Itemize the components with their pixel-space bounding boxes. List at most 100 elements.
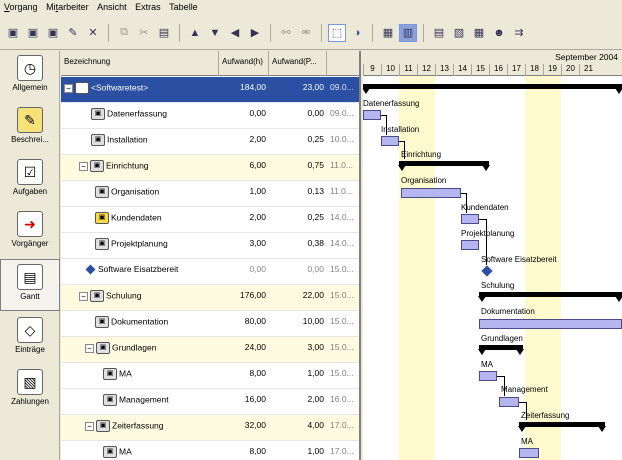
nav-beschreibung[interactable]: ✎ Beschrei... <box>0 103 60 155</box>
copy-icon[interactable]: ⧉ <box>115 24 133 42</box>
row-name: − ▣ Zeiterfassung <box>61 415 219 441</box>
task-group-icon: ▣ <box>96 342 110 354</box>
new-milestone-icon[interactable]: ▣ <box>44 24 62 42</box>
column-header-name[interactable]: Bezeichnung <box>61 51 219 76</box>
task-icon: ▣ <box>95 186 109 198</box>
summary-bar-einrichtung[interactable] <box>398 161 490 171</box>
nav-vorgaenger[interactable]: ➜ Vorgänger <box>0 207 60 259</box>
summary-bar-grundlagen[interactable] <box>478 345 524 355</box>
new-subtask-icon[interactable]: ▣ <box>24 24 42 42</box>
menu-ansicht[interactable]: Ansicht <box>97 2 127 12</box>
menu-vorgang[interactable]: Vorgang <box>4 2 38 12</box>
calendar-icon[interactable]: ▦ <box>470 24 488 42</box>
nav-aufgaben[interactable]: ☑ Aufgaben <box>0 155 60 207</box>
menu-tabelle[interactable]: Tabelle <box>169 2 198 12</box>
table-icon[interactable]: ▦ <box>379 24 397 42</box>
start-date: 16.0... <box>330 394 354 404</box>
task-icon: ▣ <box>91 134 105 146</box>
users-icon[interactable]: ☻ <box>490 24 508 42</box>
day-header: 9 <box>363 64 381 76</box>
export-icon[interactable]: ▧ <box>450 24 468 42</box>
move-down-icon[interactable]: ▼ <box>206 24 224 42</box>
cut-icon[interactable]: ✂ <box>135 24 153 42</box>
row-name: − ▦ <Softwaretest> <box>61 77 219 103</box>
gantt-label-zeiterfassung: Zeiterfassung <box>521 411 570 420</box>
paste-icon[interactable]: ▤ <box>155 24 173 42</box>
task-bar-management[interactable] <box>499 397 519 407</box>
task-group-icon: ▣ <box>96 420 110 432</box>
task-bar-projektplanung[interactable] <box>461 240 479 250</box>
collapse-icon[interactable]: − <box>64 83 73 93</box>
table-row[interactable]: ▣ Installation 2,00 0,25 10.0... <box>61 129 359 155</box>
summary-bar-schulung[interactable] <box>478 292 622 302</box>
table-row[interactable]: ▣ Dokumentation 80,00 10,00 15.0... <box>61 311 359 337</box>
report-icon[interactable]: ▤ <box>430 24 448 42</box>
summary-bar-softwaretest[interactable] <box>363 84 622 94</box>
stack-icon: ◇ <box>17 317 43 343</box>
task-bar-kundendaten[interactable] <box>461 214 479 224</box>
nav-eintraege[interactable]: ◇ Einträge <box>0 313 60 365</box>
gantt-label-einrichtung: Einrichtung <box>401 150 442 159</box>
delete-icon[interactable]: ✕ <box>84 24 102 42</box>
table-row[interactable]: − ▣ Zeiterfassung 32,00 4,00 17.0... <box>61 415 359 441</box>
task-name: Kundendaten <box>111 212 162 223</box>
table-row[interactable]: − ▣ Schulung 176,00 22,00 15.0... <box>61 285 359 311</box>
task-bar-installation[interactable] <box>381 136 399 146</box>
table-row[interactable]: ▣ Projektplanung 3,00 0,38 14.0... <box>61 233 359 259</box>
unlink-icon[interactable]: ⚮ <box>297 24 315 42</box>
column-header-effort[interactable]: Aufwand(h) <box>219 51 269 76</box>
table-row[interactable]: ▣ MA 8,00 1,00 17.0... <box>61 441 359 460</box>
toolbar: ▣ ▣ ▣ ✎ ✕ ⧉ ✂ ▤ ▲ ▼ ◀ ▶ ⚯ ⚮ ⬚ ◑ ▦ ▥ ▤ ▧ … <box>0 16 622 50</box>
row-name: ▣ MA <box>61 363 219 389</box>
gantt-view-icon[interactable]: ▥ <box>399 23 417 42</box>
effort-p-value: 0,00 <box>307 264 324 274</box>
chart-icon[interactable]: ◑ <box>348 24 366 42</box>
menu-mitarbeiter[interactable]: Mitarbeiter <box>46 2 89 12</box>
indent-icon[interactable]: ▶ <box>246 24 264 42</box>
clock-icon: ◷ <box>17 55 43 81</box>
table-row[interactable]: Software Eisatzbereit 0,00 0,00 15.0... <box>61 259 359 285</box>
effort-p-value: 1,00 <box>307 368 324 378</box>
summary-bar-zeiterfassung[interactable] <box>518 422 606 432</box>
outdent-icon[interactable]: ◀ <box>226 24 244 42</box>
effort-value: 1,00 <box>249 186 266 196</box>
table-row[interactable]: ▣ Organisation 1,00 0,13 11.0... <box>61 181 359 207</box>
collapse-icon[interactable]: − <box>85 343 94 353</box>
task-bar-ma-2[interactable] <box>519 448 539 458</box>
collapse-icon[interactable]: − <box>79 291 88 301</box>
table-row[interactable]: ▣ Management 16,00 2,00 16.0... <box>61 389 359 415</box>
new-task-icon[interactable]: ▣ <box>4 24 22 42</box>
milestone-marker[interactable] <box>481 265 493 277</box>
task-bar-organisation[interactable] <box>401 188 461 198</box>
table-row[interactable]: ▣ MA 8,00 1,00 15.0... <box>61 363 359 389</box>
effort-value: 16,00 <box>244 394 266 404</box>
move-up-icon[interactable]: ▲ <box>186 24 204 42</box>
gantt-month: September 2004 <box>555 52 618 62</box>
nav-allgemein-label: Allgemein <box>12 83 48 92</box>
task-bar-datenerfassung[interactable] <box>363 110 381 120</box>
collapse-icon[interactable]: − <box>79 161 88 171</box>
nav-zahlungen[interactable]: ▧ Zahlungen <box>0 365 60 417</box>
start-date: 15.0... <box>330 290 354 300</box>
select-icon[interactable]: ⬚ <box>328 23 346 42</box>
table-row[interactable]: ▣ Kundendaten 2,00 0,25 14.0... <box>61 207 359 233</box>
table-row[interactable]: − ▣ Grundlagen 24,00 3,00 15.0... <box>61 337 359 363</box>
table-row[interactable]: ▣ Datenerfassung 0,00 0,00 09.0... <box>61 103 359 129</box>
pointer-icon[interactable]: ⇉ <box>510 24 528 42</box>
task-icon: ▣ <box>103 446 117 458</box>
effort-value: 8,00 <box>249 446 266 456</box>
table-row[interactable]: − ▣ Einrichtung 6,00 0,75 11.0... <box>61 155 359 181</box>
edit-icon[interactable]: ✎ <box>64 24 82 42</box>
table-row[interactable]: − ▦ <Softwaretest> 184,00 23,00 09.0... <box>61 77 359 103</box>
collapse-icon[interactable]: − <box>85 421 94 431</box>
menu-extras[interactable]: Extras <box>135 2 161 12</box>
milestone-icon <box>85 264 96 275</box>
column-header-start[interactable] <box>327 51 359 76</box>
nav-allgemein[interactable]: ◷ Allgemein <box>0 51 60 103</box>
task-bar-dokumentation[interactable] <box>479 319 622 329</box>
effort-value: 24,00 <box>244 342 266 352</box>
nav-gantt[interactable]: ▤ Gantt <box>0 259 60 311</box>
column-header-effort-p[interactable]: Aufwand(P... <box>269 51 327 76</box>
task-bar-ma[interactable] <box>479 371 497 381</box>
link-icon[interactable]: ⚯ <box>277 24 295 42</box>
